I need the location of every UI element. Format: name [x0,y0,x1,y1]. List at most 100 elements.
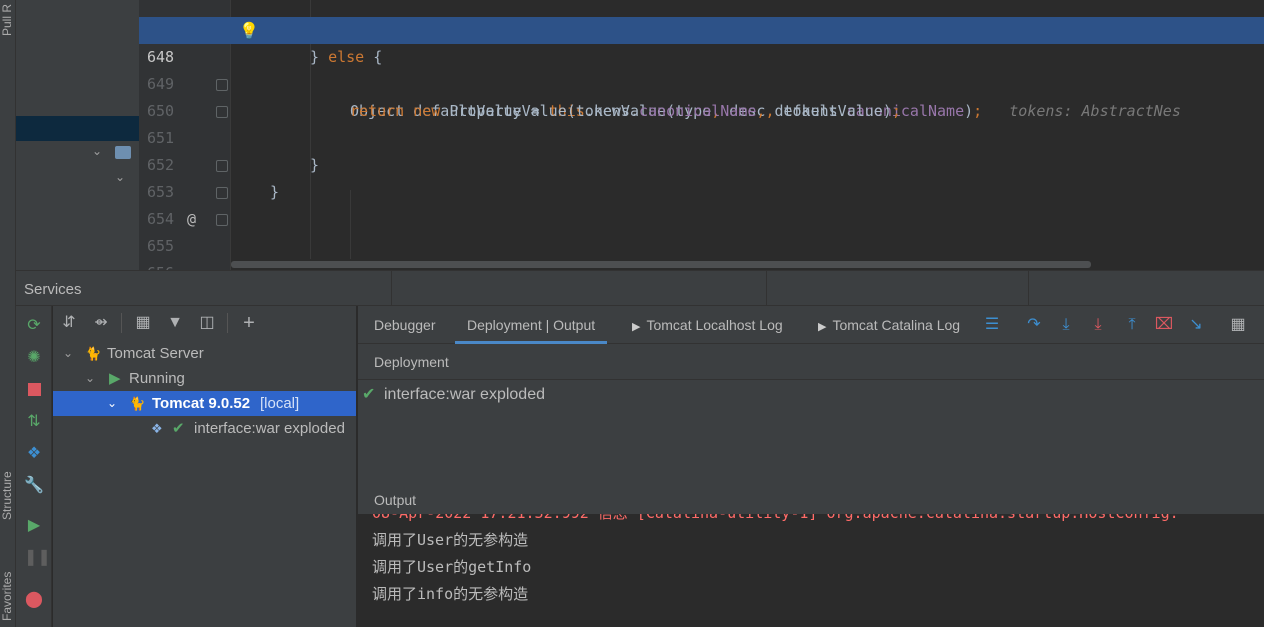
services-icon[interactable]: ❖ [24,444,44,464]
fold-icon[interactable] [216,106,228,118]
divider [391,271,392,307]
tree-item-label: Tomcat Server [107,345,204,362]
tree-item-tomcat-server[interactable]: ⌄ 🐈 Tomcat Server [53,341,356,366]
new-service-group-icon[interactable]: ◫ [197,313,217,333]
filter-icon[interactable]: ▼ [165,313,185,333]
step-over-icon[interactable]: ⤓ [1056,315,1076,335]
artifact-icon: ❖ [151,421,163,436]
evaluate-expression-icon[interactable]: ▦ [1228,315,1248,335]
chevron-down-icon[interactable]: ⌄ [115,170,125,184]
tree-item-tomcat-instance[interactable]: ⌄ 🐈 Tomcat 9.0.52 [local] [53,391,356,416]
pause-icon[interactable]: ❚❚ [24,548,51,568]
add-service-icon[interactable]: + [239,313,259,333]
console-icon: ▶ [818,321,827,333]
tree-item-running[interactable]: ⌄ ▶ Running [53,366,356,391]
wrench-icon[interactable]: 🔧 [24,476,44,496]
horizontal-scrollbar[interactable] [231,259,1264,270]
fold-icon[interactable] [216,79,228,91]
check-icon: ✔ [362,386,376,403]
toolbar-divider [227,313,228,333]
console-icon: ▶ [632,321,641,333]
deployment-section-header: Deployment [358,344,1264,380]
chevron-down-icon[interactable]: ⌄ [107,391,117,416]
deployment-item[interactable]: interface:war exploded [384,386,545,404]
scrollbar-thumb[interactable] [231,261,1091,268]
deploy-icon[interactable]: ⇅ [24,412,44,432]
group-by-icon[interactable]: ▦ [133,313,153,333]
services-title: Services [24,281,82,298]
console-line: 08-Apr-2022 17:21:32.992 信息 [Catalina-ut… [372,514,1179,527]
more-icon[interactable]: │ [1256,315,1264,335]
fold-icon[interactable] [216,160,228,172]
code-line: 656 Class<?> componentType = type.getCom… [139,233,1264,270]
tab-tomcat-catalina-log[interactable]: ▶ Tomcat Catalina Log [818,306,960,344]
services-tree-toolbar: ⇵ ⇴ ▦ ▼ ◫ + [53,306,356,340]
services-tree-panel: ⇵ ⇴ ▦ ▼ ◫ + ⌄ 🐈 Tomcat Server ⌄ ▶ Runnin… [53,306,357,627]
fold-icon[interactable] [216,214,228,226]
code-line: 649 return new PropertyValue(tokens.cano… [139,44,1264,120]
step-out-icon[interactable]: ⤒ [1122,315,1142,335]
tomcat-icon: 🐈 [85,346,102,361]
force-step-into-icon[interactable]: ⤓ [1088,315,1108,335]
stop-icon[interactable] [24,380,44,400]
chevron-down-icon[interactable]: ⌄ [63,341,73,366]
services-header: Services [16,270,1264,307]
fold-icon[interactable] [216,187,228,199]
toolbar-divider [121,313,122,333]
output-label: Output [374,492,417,508]
code-line: 654 try { [139,179,1264,270]
project-panel: ⌄ ⌄ [16,0,154,270]
code-line: 650 } [139,71,1264,174]
deployment-list: ✔ interface:war exploded [358,380,1264,484]
lightbulb-icon[interactable]: 💡 [239,17,259,44]
chevron-down-icon[interactable]: ⌄ [85,366,95,391]
tree-item-label: interface:war exploded [194,420,345,437]
tomcat-icon: 🐈 [129,396,146,411]
output-section-header: Output [358,484,1264,514]
drop-frame-icon[interactable]: ⌧ [1154,315,1174,335]
code-line: 647 } else { [139,0,1264,66]
line-number: 656 [147,260,177,270]
run-icon[interactable]: ▶ [24,516,44,536]
menu-icon[interactable]: ☰ [982,315,1002,335]
output-console[interactable]: 08-Apr-2022 17:21:32.992 信息 [Catalina-ut… [358,514,1264,627]
code-line: 652 [139,125,1264,174]
code-line: 653 @ private Object newValue(Class<?> t… [139,152,1264,270]
tab-label: Tomcat Localhost Log [646,317,783,333]
code-line-current: 648 💡 Object defaultValue = this.newValu… [139,17,1264,120]
favorites-tab[interactable]: Favorites [0,566,16,627]
console-line: 调用了User的无参构造 [372,531,529,549]
pull-requests-tab[interactable]: Pull R [0,0,16,40]
tab-deployment-output[interactable]: Deployment | Output [455,306,608,344]
console-line: 调用了info的无参构造 [372,585,529,603]
services-action-bar: ⟳ ✺ ⇅ ❖ 🔧 ▶ ❚❚ ⬤ [16,306,52,627]
divider [766,271,767,307]
code-line: 651 } [139,98,1264,201]
tree-item-label: Tomcat 9.0.52 [152,395,251,412]
tree-item-artifact[interactable]: ❖ ✔ interface:war exploded [53,416,356,441]
tree-item-label: Running [129,370,185,387]
show-execution-point-icon[interactable]: ↷ [1024,315,1044,335]
run-to-cursor-icon[interactable]: ↘ [1186,315,1206,335]
code-editor[interactable]: 647 } else { 648 💡 Object defaultValue =… [139,0,1264,270]
run-icon: ▶ [109,370,121,387]
left-tool-strip: Pull R Structure Favorites [0,0,16,627]
record-icon[interactable]: ⬤ [24,590,44,610]
code-line: 655 if (type.isArray()) { [139,206,1264,255]
rerun-icon[interactable]: ⟳ [24,316,44,336]
folder-icon [115,146,131,159]
expand-all-icon[interactable]: ⇵ [59,313,79,333]
tab-tomcat-localhost-log[interactable]: ▶ Tomcat Localhost Log [632,306,783,344]
tab-debugger[interactable]: Debugger [374,306,436,344]
check-icon: ✔ [172,420,185,437]
debug-icon[interactable]: ✺ [24,348,44,368]
chevron-down-icon[interactable]: ⌄ [92,144,102,158]
tree-item-suffix: [local] [260,395,300,412]
divider [1028,271,1029,307]
services-detail-panel: Debugger Deployment | Output ▶ Tomcat Loc… [358,306,1264,627]
tab-label: Tomcat Catalina Log [832,317,961,333]
collapse-all-icon[interactable]: ⇴ [91,313,111,333]
project-selected-row[interactable] [16,116,139,141]
services-tabs-bar: Debugger Deployment | Output ▶ Tomcat Loc… [358,306,1264,344]
structure-tab[interactable]: Structure [0,462,16,530]
